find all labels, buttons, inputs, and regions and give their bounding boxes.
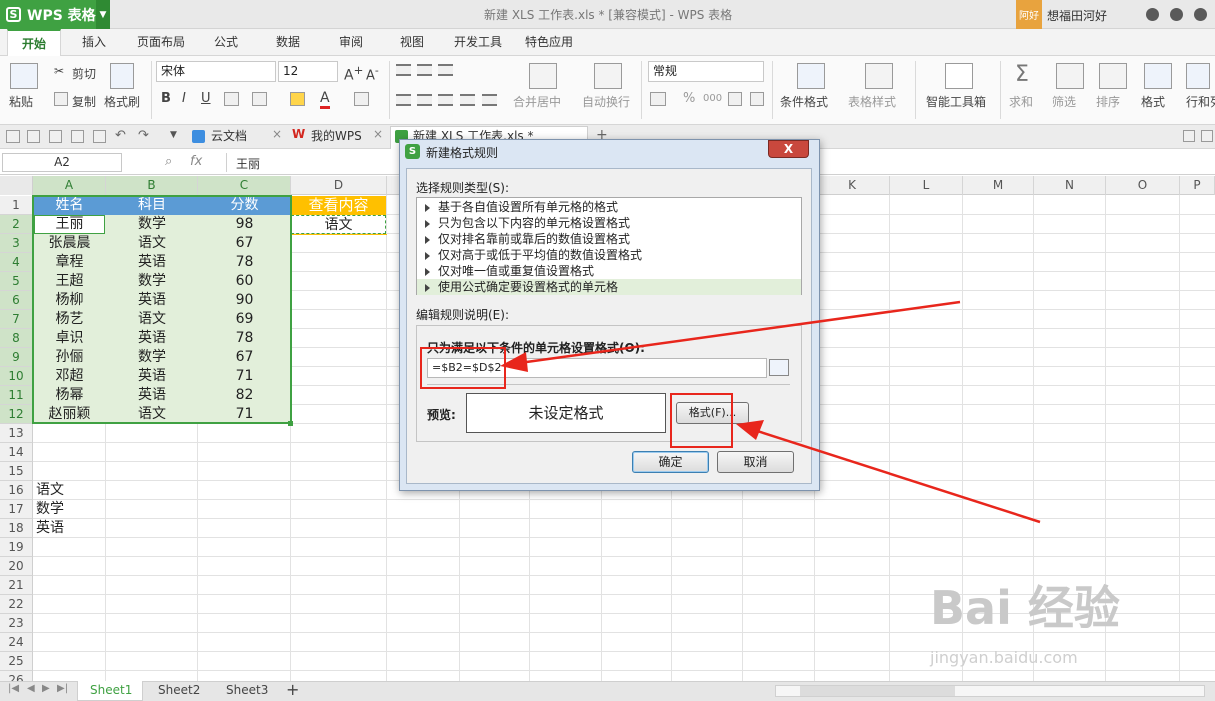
watermark-url: jingyan.baidu.com xyxy=(930,648,1078,667)
watermark-logo: Bai 经验 xyxy=(930,581,1120,635)
arrow-head xyxy=(736,420,764,440)
arrow-line xyxy=(747,426,1041,524)
arrow-head xyxy=(500,352,528,372)
arrow-line xyxy=(511,300,961,366)
